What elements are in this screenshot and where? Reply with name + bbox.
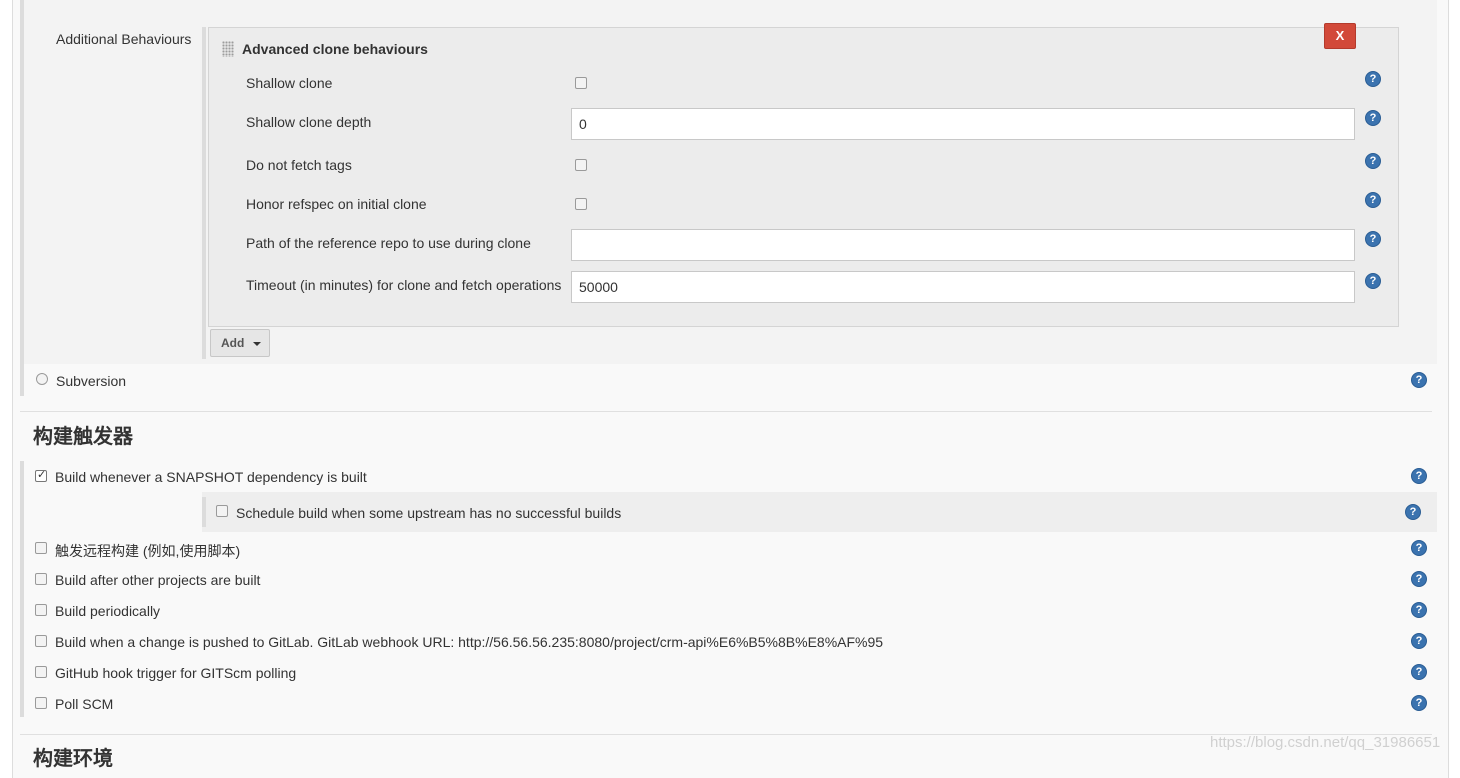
drag-handle-icon[interactable] <box>222 41 234 57</box>
help-icon[interactable]: ? <box>1411 633 1427 649</box>
triggers-section-title: 构建触发器 <box>33 424 133 448</box>
help-icon[interactable]: ? <box>1411 695 1427 711</box>
help-icon[interactable]: ? <box>1411 602 1427 618</box>
shallow-clone-depth-input[interactable] <box>571 108 1355 140</box>
help-icon[interactable]: ? <box>1365 153 1381 169</box>
do-not-fetch-tags-checkbox[interactable] <box>575 159 587 171</box>
help-icon[interactable]: ? <box>1411 571 1427 587</box>
section-divider <box>20 411 1432 412</box>
poll-scm-checkbox[interactable] <box>35 697 47 709</box>
timeout-label: Timeout (in minutes) for clone and fetch… <box>246 277 562 293</box>
environment-section-title: 构建环境 <box>33 746 113 770</box>
advanced-clone-title: Advanced clone behaviours <box>242 41 428 57</box>
reference-repo-input[interactable] <box>571 229 1355 261</box>
help-icon[interactable]: ? <box>1365 273 1381 289</box>
subversion-radio[interactable] <box>36 373 48 385</box>
help-icon[interactable]: ? <box>1365 192 1381 208</box>
snapshot-trigger-checkbox[interactable] <box>35 468 47 482</box>
help-icon[interactable]: ? <box>1411 372 1427 388</box>
honor-refspec-checkbox[interactable] <box>575 198 587 210</box>
additional-behaviours-label: Additional Behaviours <box>56 31 192 47</box>
do-not-fetch-tags-label: Do not fetch tags <box>246 157 352 173</box>
snapshot-bar <box>20 461 24 717</box>
timeout-input[interactable] <box>571 271 1355 303</box>
help-icon[interactable]: ? <box>1405 504 1421 520</box>
help-icon[interactable]: ? <box>1365 110 1381 126</box>
schedule-upstream-checkbox[interactable] <box>216 505 228 517</box>
snapshot-subsection-bar <box>202 497 206 527</box>
help-icon[interactable]: ? <box>1365 71 1381 87</box>
remote-trigger-label: 触发远程构建 (例如,使用脚本) <box>55 543 241 559</box>
build-periodically-checkbox[interactable] <box>35 604 47 616</box>
delete-behaviour-button[interactable]: X <box>1324 23 1356 49</box>
watermark: https://blog.csdn.net/qq_31986651 <box>1210 734 1441 751</box>
snapshot-trigger-label: Build whenever a SNAPSHOT dependency is … <box>55 469 367 485</box>
help-icon[interactable]: ? <box>1365 231 1381 247</box>
help-icon[interactable]: ? <box>1411 664 1427 680</box>
remote-trigger-checkbox[interactable] <box>35 542 47 554</box>
shallow-clone-checkbox[interactable] <box>575 77 587 89</box>
behaviours-bar <box>202 27 206 359</box>
close-icon: X <box>1335 28 1345 43</box>
schedule-upstream-label: Schedule build when some upstream has no… <box>236 505 622 521</box>
github-hook-checkbox[interactable] <box>35 666 47 678</box>
git-block-bar <box>20 0 24 396</box>
reference-repo-label: Path of the reference repo to use during… <box>246 235 531 251</box>
subversion-label: Subversion <box>56 373 127 389</box>
shallow-clone-depth-label: Shallow clone depth <box>246 114 372 130</box>
help-icon[interactable]: ? <box>1411 540 1427 556</box>
shallow-clone-label: Shallow clone <box>246 75 333 91</box>
build-after-other-label: Build after other projects are built <box>55 572 261 588</box>
build-after-other-checkbox[interactable] <box>35 573 47 585</box>
build-periodically-label: Build periodically <box>55 603 161 619</box>
add-behaviour-button[interactable]: Add <box>210 329 270 357</box>
honor-refspec-label: Honor refspec on initial clone <box>246 196 427 212</box>
caret-down-icon <box>253 342 261 346</box>
help-icon[interactable]: ? <box>1411 468 1427 484</box>
github-hook-label: GitHub hook trigger for GITScm polling <box>55 665 297 681</box>
add-button-label: Add <box>221 336 245 350</box>
gitlab-push-label: Build when a change is pushed to GitLab.… <box>55 634 884 650</box>
gitlab-push-checkbox[interactable] <box>35 635 47 647</box>
poll-scm-label: Poll SCM <box>55 696 114 712</box>
